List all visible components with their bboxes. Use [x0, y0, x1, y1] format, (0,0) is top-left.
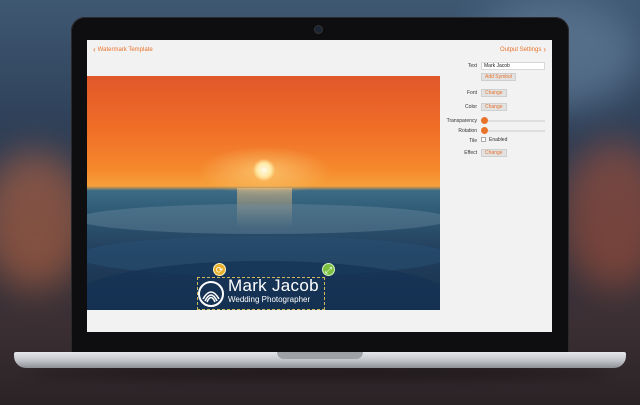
- chevron-right-icon: ›: [543, 45, 546, 54]
- camera-icon: [315, 26, 322, 33]
- transparency-slider[interactable]: [481, 117, 545, 125]
- effect-row: Effect Change: [442, 149, 552, 157]
- watermark[interactable]: Mark Jacob Wedding Photographer: [197, 276, 325, 310]
- next-label: Output Settings: [499, 47, 542, 53]
- font-change-button[interactable]: Change: [481, 89, 507, 97]
- font-label: Font: [466, 90, 477, 96]
- slider-track: [481, 120, 545, 122]
- tile-label: Tile: [469, 138, 477, 144]
- add-symbol-row: Add Symbol: [442, 73, 552, 81]
- top-bar: ‹ Watermark Template Output Settings ›: [87, 40, 552, 60]
- background-blur: [560, 140, 640, 290]
- rotation-row: Rotation: [442, 127, 552, 135]
- transparency-row: Transparency: [442, 117, 552, 125]
- laptop-notch: [277, 352, 363, 359]
- add-symbol-button[interactable]: Add Symbol: [481, 73, 516, 81]
- rotation-slider[interactable]: [481, 127, 545, 135]
- color-row: Color Change: [442, 103, 552, 111]
- sun: [253, 159, 275, 181]
- color-change-button[interactable]: Change: [481, 103, 507, 111]
- chevron-left-icon: ‹: [93, 45, 96, 54]
- slider-knob[interactable]: [481, 127, 488, 134]
- wave: [87, 204, 440, 234]
- text-label: Text: [467, 63, 477, 69]
- app-window: ‹ Watermark Template Output Settings › M…: [87, 40, 552, 332]
- effect-label: Effect: [464, 150, 477, 156]
- color-label: Color: [465, 104, 477, 110]
- watermark-title: Mark Jacob: [228, 276, 319, 295]
- rotation-label: Rotation: [458, 128, 477, 134]
- text-field[interactable]: Mark Jacob: [481, 62, 545, 70]
- text-row: Text Mark Jacob: [442, 62, 552, 70]
- slider-track: [481, 130, 545, 132]
- photo-canvas[interactable]: Mark Jacob Wedding Photographer ⟳ ⤢: [87, 76, 440, 310]
- tile-option-label: Enabled: [489, 137, 508, 143]
- rotate-handle-icon[interactable]: ⟳: [213, 263, 226, 276]
- tile-checkbox-group: Enabled: [481, 137, 507, 143]
- font-row: Font Change: [442, 89, 552, 97]
- tile-row: Tile Enabled: [442, 137, 552, 145]
- resize-handle-icon[interactable]: ⤢: [322, 263, 335, 276]
- back-button[interactable]: ‹ Watermark Template: [93, 46, 153, 54]
- watermark-subtitle: Wedding Photographer: [228, 295, 311, 304]
- slider-knob[interactable]: [481, 117, 488, 124]
- shell-logo-icon: [198, 281, 224, 307]
- output-settings-button[interactable]: Output Settings ›: [500, 46, 546, 54]
- effect-change-button[interactable]: Change: [481, 149, 507, 157]
- tile-checkbox[interactable]: [481, 137, 486, 143]
- back-label: Watermark Template: [97, 47, 153, 53]
- laptop-shadow: [30, 368, 610, 378]
- transparency-label: Transparency: [446, 118, 477, 124]
